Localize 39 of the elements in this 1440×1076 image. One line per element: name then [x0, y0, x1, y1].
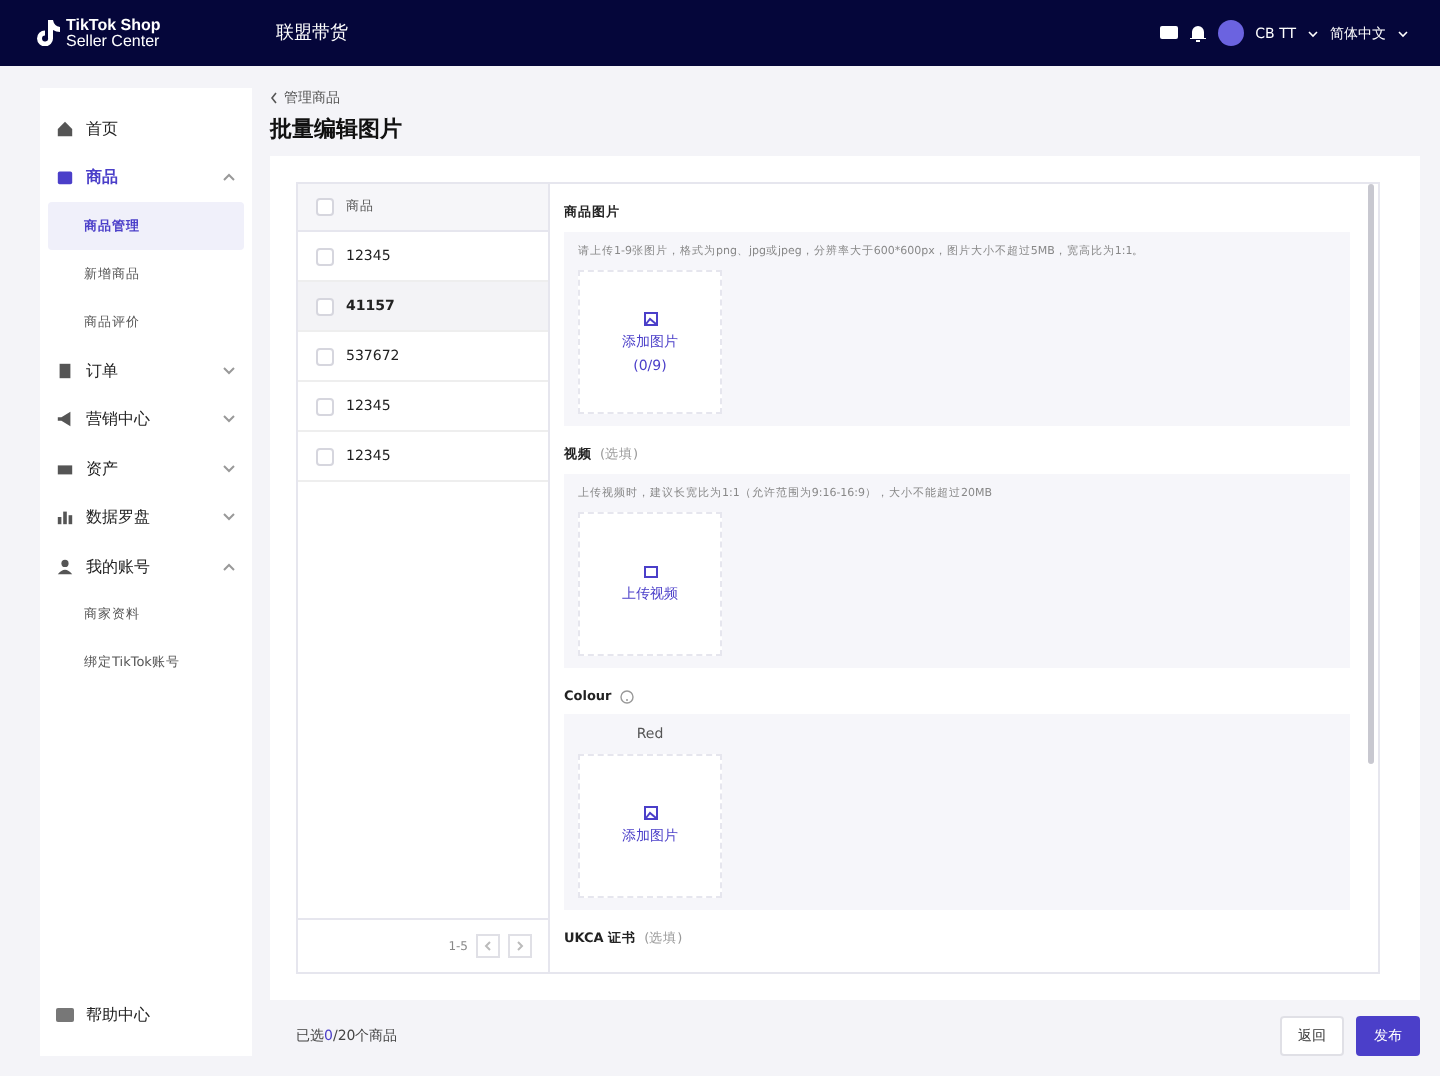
video-icon	[643, 565, 657, 577]
page-title: 批量编辑图片	[270, 114, 404, 144]
prev-page-button[interactable]	[476, 934, 500, 958]
checkbox[interactable]	[316, 347, 334, 365]
sidebar-item[interactable]: 资产	[48, 444, 244, 493]
message-icon[interactable]	[1159, 25, 1178, 41]
sidebar-item[interactable]: 商品	[48, 153, 244, 202]
checkbox[interactable]	[316, 297, 334, 315]
image-icon	[643, 806, 657, 820]
nav-link[interactable]: 联盟带货	[276, 20, 348, 46]
logo-text: TikTok Shop Seller Center	[66, 17, 161, 49]
bag-icon	[56, 168, 74, 187]
person-icon	[56, 557, 74, 576]
caret-icon	[1308, 29, 1318, 37]
next-page-button[interactable]	[508, 934, 532, 958]
image-icon	[643, 311, 657, 325]
help-link[interactable]: 帮助中心	[48, 991, 244, 1040]
document-icon	[56, 361, 74, 380]
chevron-right-icon	[516, 940, 524, 952]
back-chevron-icon[interactable]	[270, 92, 278, 104]
sidebar-item[interactable]: 我的账号	[48, 542, 244, 591]
scrollbar-thumb[interactable]	[1368, 184, 1374, 764]
sidebar-item[interactable]: 营销中心	[48, 395, 244, 444]
chevron-left-icon	[484, 940, 492, 952]
sidebar-item[interactable]: 数据罗盘	[48, 493, 244, 542]
checkbox[interactable]	[316, 198, 334, 216]
music-note-icon	[36, 20, 60, 46]
caret-icon	[1398, 29, 1408, 37]
checkbox[interactable]	[316, 447, 334, 465]
sidebar-item[interactable]: 订单	[48, 346, 244, 395]
megaphone-icon	[56, 410, 74, 429]
bell-icon[interactable]	[1189, 24, 1206, 42]
card-icon	[56, 459, 74, 478]
sidebar-item[interactable]: 首页	[48, 104, 244, 153]
avatar[interactable]	[1217, 20, 1244, 46]
home-icon	[56, 119, 74, 138]
checkbox[interactable]	[316, 247, 334, 265]
checkbox[interactable]	[316, 397, 334, 415]
chart-icon	[56, 508, 74, 527]
